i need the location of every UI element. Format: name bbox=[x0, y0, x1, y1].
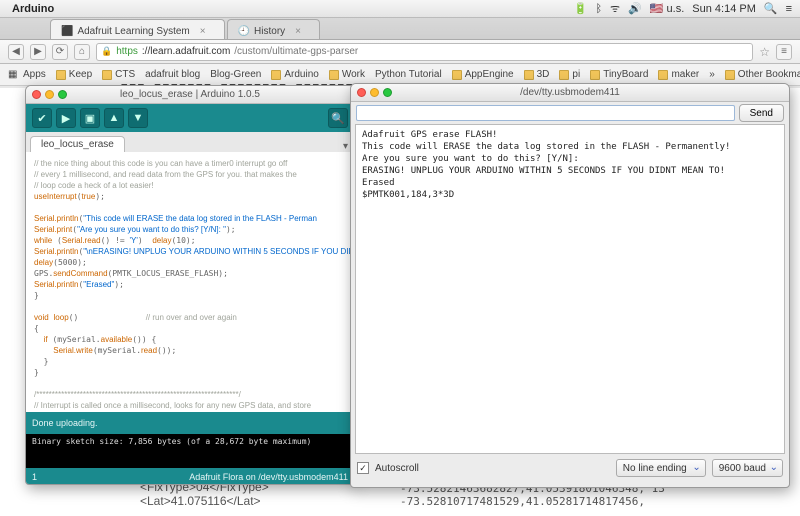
send-button[interactable]: Send bbox=[739, 104, 784, 122]
chrome-window: ⬛ Adafruit Learning System × 🕘 History ×… bbox=[0, 18, 800, 88]
bookmark-python[interactable]: Python Tutorial bbox=[375, 69, 442, 80]
menubar-app[interactable]: Arduino bbox=[12, 3, 54, 15]
line-ending-select[interactable]: No line ending bbox=[616, 459, 706, 477]
tab-favicon-icon: ⬛ bbox=[61, 26, 73, 37]
folder-icon bbox=[102, 70, 112, 80]
ide-footer: 1 Adafruit Flora on /dev/tty.usbmodem411 bbox=[26, 468, 354, 485]
address-bar[interactable]: 🔒 https ://learn.adafruit.com/custom/ulti… bbox=[96, 43, 753, 61]
bookmark-pi[interactable]: pi bbox=[559, 69, 580, 80]
lock-icon: 🔒 bbox=[101, 46, 112, 57]
serial-output[interactable]: Adafruit GPS erase FLASH! This code will… bbox=[355, 124, 785, 454]
folder-icon bbox=[725, 70, 735, 80]
bookmark-bloggreen[interactable]: Blog-Green bbox=[210, 69, 261, 80]
autoscroll-label: Autoscroll bbox=[375, 463, 419, 474]
tab-close-icon[interactable]: × bbox=[295, 26, 301, 37]
baud-select[interactable]: 9600 baud bbox=[712, 459, 783, 477]
tab-label: History bbox=[254, 26, 285, 37]
new-button[interactable]: ▣ bbox=[80, 108, 100, 128]
folder-icon bbox=[559, 70, 569, 80]
bookmark-overflow-icon[interactable]: » bbox=[709, 69, 715, 80]
ide-console[interactable]: Binary sketch size: 7,856 bytes (of a 28… bbox=[26, 434, 354, 468]
folder-icon bbox=[524, 70, 534, 80]
bluetooth-icon[interactable]: ᛒ bbox=[595, 3, 602, 15]
bookmark-star-icon[interactable]: ☆ bbox=[759, 45, 770, 59]
url-scheme: https bbox=[116, 46, 138, 57]
board-port: Adafruit Flora on /dev/tty.usbmodem411 bbox=[189, 472, 348, 482]
folder-icon bbox=[56, 70, 66, 80]
wifi-icon[interactable]: ᯤ bbox=[610, 1, 620, 16]
bookmark-appengine[interactable]: AppEngine bbox=[452, 69, 514, 80]
open-button[interactable]: ▲ bbox=[104, 108, 124, 128]
folder-icon bbox=[658, 70, 668, 80]
back-button[interactable]: ◀ bbox=[8, 44, 24, 60]
serial-footer: ✓ Autoscroll No line ending 9600 baud bbox=[351, 454, 789, 482]
input-source[interactable]: 🇺🇸 u.s. bbox=[650, 2, 684, 15]
line-number: 1 bbox=[32, 472, 37, 482]
bookmark-adafruit[interactable]: adafruit blog bbox=[145, 69, 200, 80]
bookmark-maker[interactable]: maker bbox=[658, 69, 699, 80]
home-button[interactable]: ⌂ bbox=[74, 44, 90, 60]
chrome-tab-active[interactable]: ⬛ Adafruit Learning System × bbox=[50, 19, 225, 39]
mac-menubar: Arduino 🔋 ᛒ ᯤ 🔊 🇺🇸 u.s. Sun 4:14 PM 🔍 ≡ bbox=[0, 0, 800, 18]
bookmark-3d[interactable]: 3D bbox=[524, 69, 550, 80]
bookmark-cts[interactable]: CTS bbox=[102, 69, 135, 80]
tab-favicon-icon: 🕘 bbox=[238, 26, 250, 37]
reload-button[interactable]: ⟳ bbox=[52, 44, 68, 60]
tab-label: Adafruit Learning System bbox=[77, 26, 189, 37]
ide-toolbar: ✔ ▶ ▣ ▲ ▼ 🔍 bbox=[26, 104, 354, 132]
battery-icon[interactable]: 🔋 bbox=[574, 2, 588, 15]
chrome-menu-button[interactable]: ≡ bbox=[776, 44, 792, 60]
tab-close-icon[interactable]: × bbox=[200, 26, 206, 37]
apps-icon: ▦ bbox=[8, 69, 20, 81]
bookmark-tinyboard[interactable]: TinyBoard bbox=[590, 69, 648, 80]
bookmark-keep[interactable]: Keep bbox=[56, 69, 92, 80]
menubar-clock[interactable]: Sun 4:14 PM bbox=[692, 3, 756, 15]
upload-button[interactable]: ▶ bbox=[56, 108, 76, 128]
bookmark-work[interactable]: Work bbox=[329, 69, 365, 80]
notification-center-icon[interactable]: ≡ bbox=[786, 3, 792, 15]
bookmark-other[interactable]: Other Bookmarks bbox=[725, 69, 800, 80]
url-path: /custom/ultimate-gps-parser bbox=[234, 46, 358, 57]
verify-button[interactable]: ✔ bbox=[32, 108, 52, 128]
sketch-tab[interactable]: leo_locus_erase bbox=[30, 136, 125, 152]
ide-tabbar: leo_locus_erase ▾ bbox=[26, 132, 354, 152]
save-button[interactable]: ▼ bbox=[128, 108, 148, 128]
chrome-tab[interactable]: 🕘 History × bbox=[227, 19, 320, 39]
folder-icon bbox=[329, 70, 339, 80]
chrome-toolbar: ◀ ▶ ⟳ ⌂ 🔒 https ://learn.adafruit.com/cus… bbox=[0, 40, 800, 64]
volume-icon[interactable]: 🔊 bbox=[628, 2, 642, 15]
code-editor[interactable]: // the nice thing about this code is you… bbox=[26, 152, 354, 412]
bookmark-apps[interactable]: ▦Apps bbox=[8, 69, 46, 81]
autoscroll-checkbox[interactable]: ✓ bbox=[357, 462, 369, 474]
folder-icon bbox=[452, 70, 462, 80]
bookmark-arduino[interactable]: Arduino bbox=[271, 69, 318, 80]
spotlight-icon[interactable]: 🔍 bbox=[764, 2, 778, 15]
forward-button[interactable]: ▶ bbox=[30, 44, 46, 60]
arduino-ide-window[interactable]: leo_locus_erase | Arduino 1.0.5 ✔ ▶ ▣ ▲ … bbox=[25, 85, 355, 485]
chrome-tabstrip: ⬛ Adafruit Learning System × 🕘 History × bbox=[0, 18, 800, 40]
folder-icon bbox=[271, 70, 281, 80]
serial-input[interactable] bbox=[356, 105, 735, 121]
serial-title: /dev/tty.usbmodem411 bbox=[351, 87, 789, 98]
ide-status: Done uploading. bbox=[26, 412, 354, 434]
ide-titlebar[interactable]: leo_locus_erase | Arduino 1.0.5 bbox=[26, 86, 354, 104]
folder-icon bbox=[590, 70, 600, 80]
url-host: ://learn.adafruit.com bbox=[142, 46, 230, 57]
ide-title: leo_locus_erase | Arduino 1.0.5 bbox=[26, 89, 354, 100]
serial-monitor-button[interactable]: 🔍 bbox=[328, 108, 348, 128]
serial-monitor-window[interactable]: /dev/tty.usbmodem411 Send Adafruit GPS e… bbox=[350, 83, 790, 488]
serial-input-row: Send bbox=[351, 102, 789, 124]
serial-titlebar[interactable]: /dev/tty.usbmodem411 bbox=[351, 84, 789, 102]
